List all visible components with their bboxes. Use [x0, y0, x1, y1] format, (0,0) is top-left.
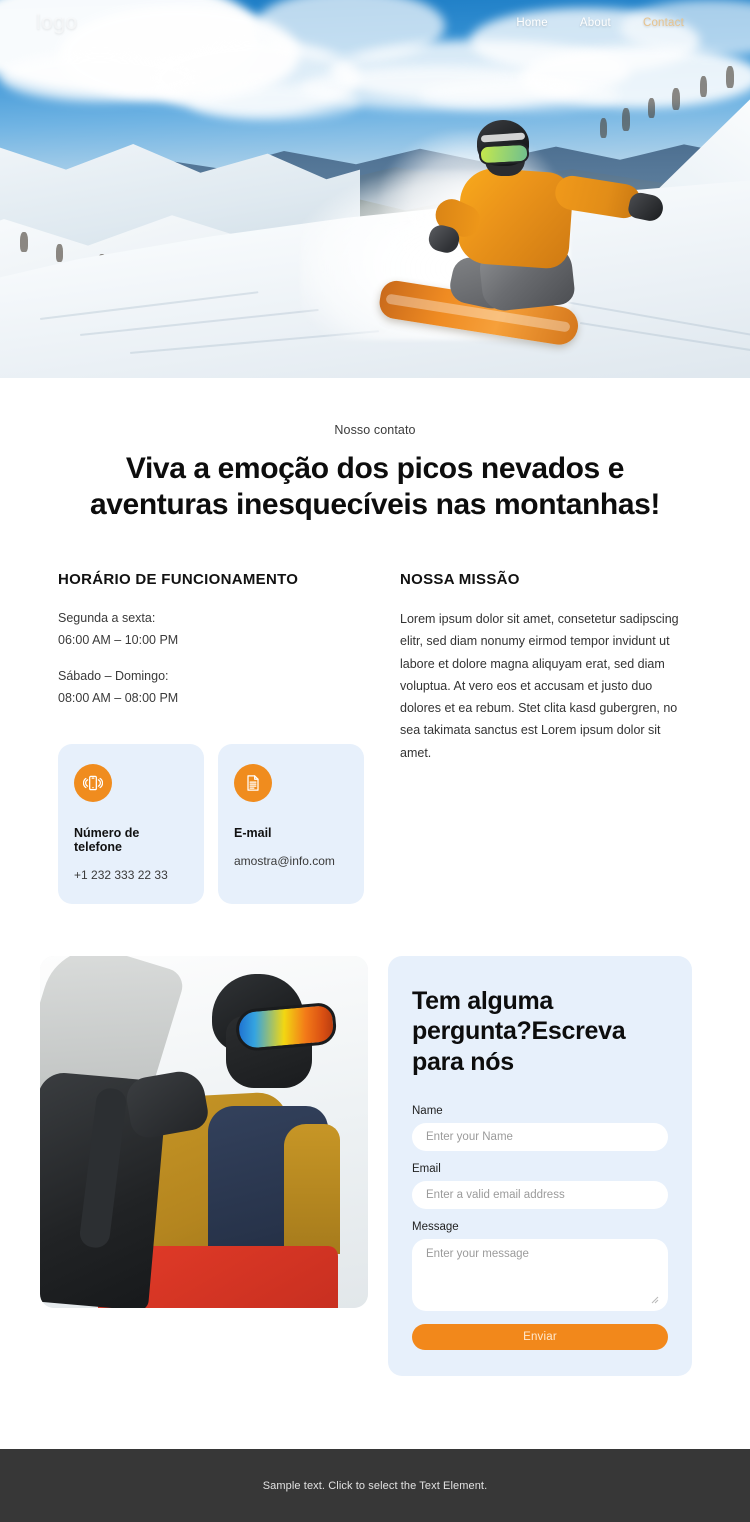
tree-shape — [700, 76, 707, 97]
message-form-panel: Tem alguma pergunta?Escreva para nós Nam… — [388, 955, 692, 1376]
email-address-value[interactable]: amostra@info.com — [234, 854, 348, 868]
form-title: Tem alguma pergunta?Escreva para nós — [412, 986, 626, 1076]
submit-button[interactable]: Enviar — [412, 1324, 668, 1350]
mission-body: Lorem ipsum dolor sit amet, consetetur s… — [400, 612, 679, 760]
name-input[interactable] — [412, 1123, 668, 1151]
tree-shape — [20, 232, 28, 252]
landing-page: logo Home About Contact Nosso contato Vi… — [0, 0, 750, 1522]
footer-text[interactable]: Sample text. Click to select the Text El… — [263, 1480, 488, 1492]
snowboarder-portrait-photo — [40, 955, 368, 1308]
tree-shape — [726, 66, 734, 88]
weekday-time: 06:00 AM – 10:00 PM — [58, 632, 179, 647]
contact-form-section: Tem alguma pergunta?Escreva para nós Nam… — [40, 955, 692, 1376]
cloud-shape — [0, 52, 200, 102]
tree-shape — [672, 88, 680, 110]
contact-card-email[interactable]: E-mail amostra@info.com — [218, 743, 364, 904]
contact-card-phone[interactable]: Número de telefone +1 232 333 22 33 — [58, 743, 204, 904]
mirrored-goggles — [234, 1001, 338, 1052]
cloud-shape — [420, 78, 620, 112]
weekend-time: 08:00 AM – 08:00 PM — [58, 690, 179, 705]
nav-link-contact[interactable]: Contact — [643, 17, 684, 29]
main-content: Nosso contato Viva a emoção dos picos ne… — [0, 423, 750, 1416]
contact-card-label: Número de telefone — [74, 825, 140, 854]
section-eyebrow: Nosso contato — [334, 423, 416, 437]
rider-glove — [626, 190, 666, 224]
document-icon — [234, 763, 272, 802]
mission-column: NOSSA MISSÃO Lorem ipsum dolor sit amet,… — [400, 571, 694, 904]
hours-title: HORÁRIO DE FUNCIONAMENTO — [58, 571, 299, 588]
cloud-shape — [190, 84, 360, 120]
nav-link-home[interactable]: Home — [516, 17, 547, 29]
email-input[interactable] — [412, 1181, 668, 1209]
tree-shape — [648, 98, 655, 118]
message-textarea-wrapper — [412, 1239, 668, 1311]
page-footer: Sample text. Click to select the Text El… — [0, 1449, 750, 1522]
hero-photo — [0, 0, 750, 378]
nav-link-about[interactable]: About — [580, 17, 611, 29]
mobile-phone-ringing-icon — [74, 763, 112, 802]
hours-column: HORÁRIO DE FUNCIONAMENTO Segunda a sexta… — [58, 571, 364, 904]
hero-section: logo Home About Contact — [0, 0, 750, 378]
nav-links: Home About Contact — [516, 17, 684, 29]
weekend-label: Sábado – Domingo: — [58, 668, 169, 683]
site-logo[interactable]: logo — [36, 11, 78, 35]
contact-card-label: E-mail — [234, 825, 272, 840]
rider-right-arm — [284, 1123, 340, 1254]
name-field-label: Name — [412, 1105, 443, 1117]
rider-goggles — [478, 142, 530, 166]
tree-shape — [56, 244, 63, 262]
page-title: Viva a emoção dos picos nevados e aventu… — [89, 452, 661, 521]
message-field-label: Message — [412, 1221, 459, 1233]
top-navigation: logo Home About Contact — [0, 0, 750, 46]
weekday-label: Segunda a sexta: — [58, 611, 156, 625]
message-textarea[interactable] — [412, 1239, 668, 1311]
snowboarder-figure — [377, 118, 666, 348]
email-field-label: Email — [412, 1163, 441, 1175]
mission-title: NOSSA MISSÃO — [400, 571, 520, 588]
contact-cards: Número de telefone +1 232 333 22 33 E-ma… — [58, 743, 364, 904]
phone-number-value[interactable]: +1 232 333 22 33 — [74, 868, 188, 882]
info-columns: HORÁRIO DE FUNCIONAMENTO Segunda a sexta… — [58, 571, 694, 904]
